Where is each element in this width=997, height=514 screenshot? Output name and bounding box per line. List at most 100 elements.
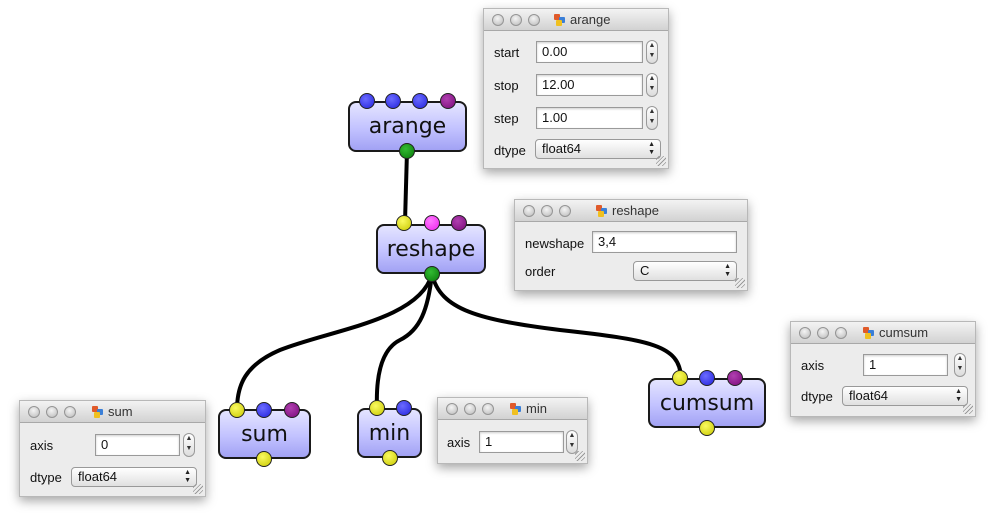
sum-window: sum axis 0 ▲ ▼ dtype float64 ▲ ▼ [19, 400, 206, 497]
wire-reshape-sum [235, 273, 434, 411]
resize-grip-icon[interactable] [735, 278, 745, 288]
zoom-button[interactable] [835, 327, 847, 339]
output-port[interactable] [382, 450, 398, 466]
input-port[interactable] [256, 402, 272, 418]
dtype-select[interactable]: float64 ▲ ▼ [71, 467, 197, 487]
node-label: min [368, 420, 411, 446]
input-port[interactable] [440, 93, 456, 109]
window-title: reshape [612, 203, 659, 218]
select-arrows-icon: ▲ ▼ [955, 388, 962, 403]
order-label: order [525, 264, 556, 279]
window-titlebar[interactable]: cumsum [791, 322, 975, 344]
output-port[interactable] [424, 266, 440, 282]
axis-stepper[interactable]: ▲ ▼ [183, 433, 195, 457]
resize-grip-icon[interactable] [193, 484, 203, 494]
window-title: min [526, 401, 547, 416]
node-label: sum [241, 421, 288, 447]
input-port[interactable] [284, 402, 300, 418]
app-icon [863, 326, 875, 339]
dtype-select[interactable]: float64 ▲ ▼ [535, 139, 661, 159]
start-label: start [494, 45, 520, 60]
start-stepper[interactable]: ▲ ▼ [646, 40, 658, 64]
input-port[interactable] [369, 400, 385, 416]
wire-arange-reshape [403, 150, 409, 223]
input-port[interactable] [412, 93, 428, 109]
node-label: arange [368, 114, 447, 139]
window-titlebar[interactable]: min [438, 398, 587, 420]
close-button[interactable] [446, 403, 458, 415]
window-title: sum [108, 404, 133, 419]
zoom-button[interactable] [559, 205, 571, 217]
input-port[interactable] [396, 215, 412, 231]
axis-field[interactable]: 0 [95, 434, 180, 456]
dtype-label: dtype [494, 143, 526, 158]
wire-reshape-min [374, 273, 434, 409]
app-icon [554, 13, 566, 26]
minimize-button[interactable] [510, 14, 522, 26]
app-icon [596, 204, 608, 217]
axis-field[interactable]: 1 [863, 354, 948, 376]
newshape-field[interactable]: 3,4 [592, 231, 737, 253]
input-port[interactable] [672, 370, 688, 386]
step-stepper[interactable]: ▲ ▼ [646, 106, 658, 130]
reshape-window: reshape newshape 3,4 order C ▲ ▼ [514, 199, 748, 291]
window-titlebar[interactable]: reshape [515, 200, 747, 222]
app-icon [92, 405, 104, 418]
input-port[interactable] [359, 93, 375, 109]
window-title: arange [570, 12, 611, 27]
input-port[interactable] [727, 370, 743, 386]
start-field[interactable]: 0.00 [536, 41, 643, 63]
stop-stepper[interactable]: ▲ ▼ [646, 73, 658, 97]
input-port[interactable] [229, 402, 245, 418]
dtype-value: float64 [542, 141, 582, 156]
zoom-button[interactable] [64, 406, 76, 418]
min-window: min axis 1 ▲ ▼ [437, 397, 588, 464]
input-port[interactable] [385, 93, 401, 109]
step-label: step [494, 111, 519, 126]
stop-label: stop [494, 78, 519, 93]
node-label: reshape [386, 236, 476, 262]
dtype-value: float64 [78, 469, 118, 484]
app-icon [510, 402, 522, 415]
close-button[interactable] [523, 205, 535, 217]
arange-window: arange start 0.00 ▲ ▼ stop 12.00 ▲ ▼ step … [483, 8, 669, 169]
node-label: cumsum [659, 390, 755, 416]
window-title: cumsum [879, 325, 929, 340]
cumsum-window: cumsum axis 1 ▲ ▼ dtype float64 ▲ ▼ [790, 321, 976, 417]
zoom-button[interactable] [482, 403, 494, 415]
dtype-label: dtype [30, 470, 62, 485]
minimize-button[interactable] [46, 406, 58, 418]
close-button[interactable] [28, 406, 40, 418]
output-port[interactable] [699, 420, 715, 436]
select-arrows-icon: ▲ ▼ [184, 469, 191, 484]
minimize-button[interactable] [817, 327, 829, 339]
input-port[interactable] [451, 215, 467, 231]
output-port[interactable] [256, 451, 272, 467]
axis-stepper[interactable]: ▲ ▼ [954, 353, 966, 377]
resize-grip-icon[interactable] [656, 156, 666, 166]
axis-label: axis [447, 435, 471, 450]
resize-grip-icon[interactable] [963, 404, 973, 414]
input-port[interactable] [424, 215, 440, 231]
close-button[interactable] [492, 14, 504, 26]
close-button[interactable] [799, 327, 811, 339]
input-port[interactable] [396, 400, 412, 416]
input-port[interactable] [699, 370, 715, 386]
step-field[interactable]: 1.00 [536, 107, 643, 129]
order-value: C [640, 263, 650, 278]
newshape-label: newshape [525, 236, 585, 251]
resize-grip-icon[interactable] [575, 451, 585, 461]
dtype-select[interactable]: float64 ▲ ▼ [842, 386, 968, 406]
select-arrows-icon: ▲ ▼ [724, 263, 731, 278]
dtype-label: dtype [801, 389, 833, 404]
stop-field[interactable]: 12.00 [536, 74, 643, 96]
window-titlebar[interactable]: sum [20, 401, 205, 423]
output-port[interactable] [399, 143, 415, 159]
order-select[interactable]: C ▲ ▼ [633, 261, 737, 281]
axis-field[interactable]: 1 [479, 431, 564, 453]
zoom-button[interactable] [528, 14, 540, 26]
select-arrows-icon: ▲ ▼ [648, 141, 655, 156]
minimize-button[interactable] [464, 403, 476, 415]
minimize-button[interactable] [541, 205, 553, 217]
window-titlebar[interactable]: arange [484, 9, 668, 31]
